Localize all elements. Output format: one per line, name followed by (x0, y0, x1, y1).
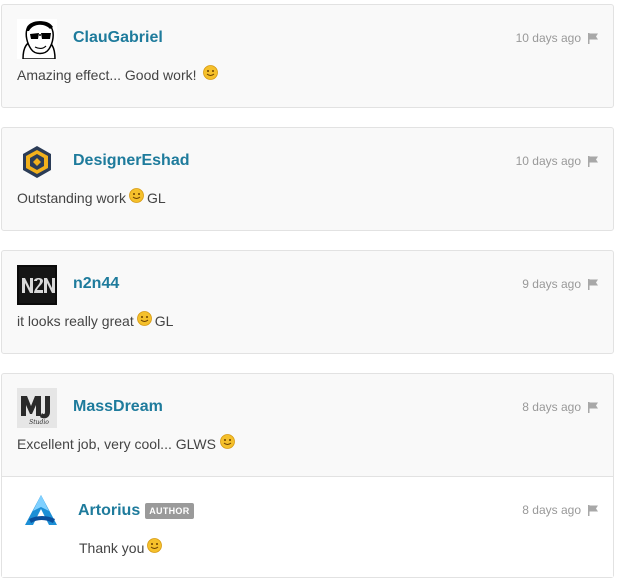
flag-icon[interactable] (587, 401, 599, 413)
timestamp-link[interactable]: 10 days ago (516, 154, 581, 168)
timestamp-link[interactable]: 8 days ago (522, 400, 581, 414)
comment-text-part: GL (146, 190, 166, 206)
avatar[interactable] (17, 265, 57, 305)
avatar[interactable] (17, 19, 57, 59)
comment: DesignerEshad 10 days ago Outstanding wo… (2, 128, 613, 230)
n2n-logo-avatar-icon (17, 265, 57, 305)
comment-text: Amazing effect... Good work! (17, 64, 221, 83)
comment-meta: 8 days ago (522, 503, 599, 517)
smiley-icon (220, 433, 235, 449)
comment-text-part: Amazing effect... Good work! (17, 67, 197, 83)
mj-studio-logo-avatar-icon: Studio (17, 388, 57, 428)
comment-text: it looks really great GL (17, 310, 174, 329)
comment: Studio MassDream 8 days ago Excellent jo… (2, 374, 613, 476)
comment-text-part: it looks really great (17, 313, 134, 329)
comment-meta: 9 days ago (522, 277, 599, 291)
timestamp-link[interactable]: 9 days ago (522, 277, 581, 291)
comment-card: ClauGabriel 10 days ago Amazing effect..… (1, 4, 614, 108)
comment-meta: 8 days ago (522, 400, 599, 414)
flag-icon[interactable] (587, 155, 599, 167)
flag-icon[interactable] (587, 504, 599, 516)
svg-text:Studio: Studio (29, 419, 49, 426)
comment-text: Excellent job, very cool... GLWS (17, 433, 238, 452)
comment-text-part: Thank you (79, 540, 145, 556)
comment-text: Thank you (79, 537, 165, 556)
username-link[interactable]: Artorius (78, 502, 140, 520)
username-with-badge: Artorius AUTHOR (78, 502, 194, 520)
avatar[interactable] (17, 142, 57, 182)
smiley-icon (202, 64, 218, 80)
comment-card: Studio MassDream 8 days ago Excellent jo… (1, 373, 614, 578)
comment-text-part: Excellent job, very cool... GLWS (17, 436, 216, 452)
sunglasses-face-avatar-icon (17, 19, 57, 59)
reply-comment: Artorius AUTHOR 8 days ago Thank you (2, 476, 613, 577)
timestamp-link[interactable]: 8 days ago (522, 503, 581, 517)
author-badge: AUTHOR (145, 503, 194, 519)
avatar[interactable]: Studio (17, 388, 57, 428)
avatar[interactable] (21, 491, 61, 531)
hexagon-logo-avatar-icon (23, 146, 51, 178)
flag-icon[interactable] (587, 32, 599, 44)
comment-text: Outstanding work GL (17, 187, 166, 206)
smiley-icon (129, 187, 144, 203)
comment-text-part: Outstanding work (17, 190, 126, 206)
timestamp-link[interactable]: 10 days ago (516, 31, 581, 45)
username-link[interactable]: n2n44 (73, 275, 119, 293)
smiley-icon (136, 310, 152, 326)
username-link[interactable]: ClauGabriel (73, 29, 163, 47)
comment-card: DesignerEshad 10 days ago Outstanding wo… (1, 127, 614, 231)
username-link[interactable]: DesignerEshad (73, 152, 189, 170)
comment: ClauGabriel 10 days ago Amazing effect..… (2, 5, 613, 107)
comment-meta: 10 days ago (516, 31, 599, 45)
comment-card: n2n44 9 days ago it looks really great G… (1, 250, 614, 354)
username-link[interactable]: MassDream (73, 398, 163, 416)
smiley-icon (147, 537, 163, 553)
comment-text-part: GL (154, 313, 174, 329)
flag-icon[interactable] (587, 278, 599, 290)
comment: n2n44 9 days ago it looks really great G… (2, 251, 613, 353)
blue-a-logo-avatar-icon (21, 491, 61, 531)
comment-meta: 10 days ago (516, 154, 599, 168)
